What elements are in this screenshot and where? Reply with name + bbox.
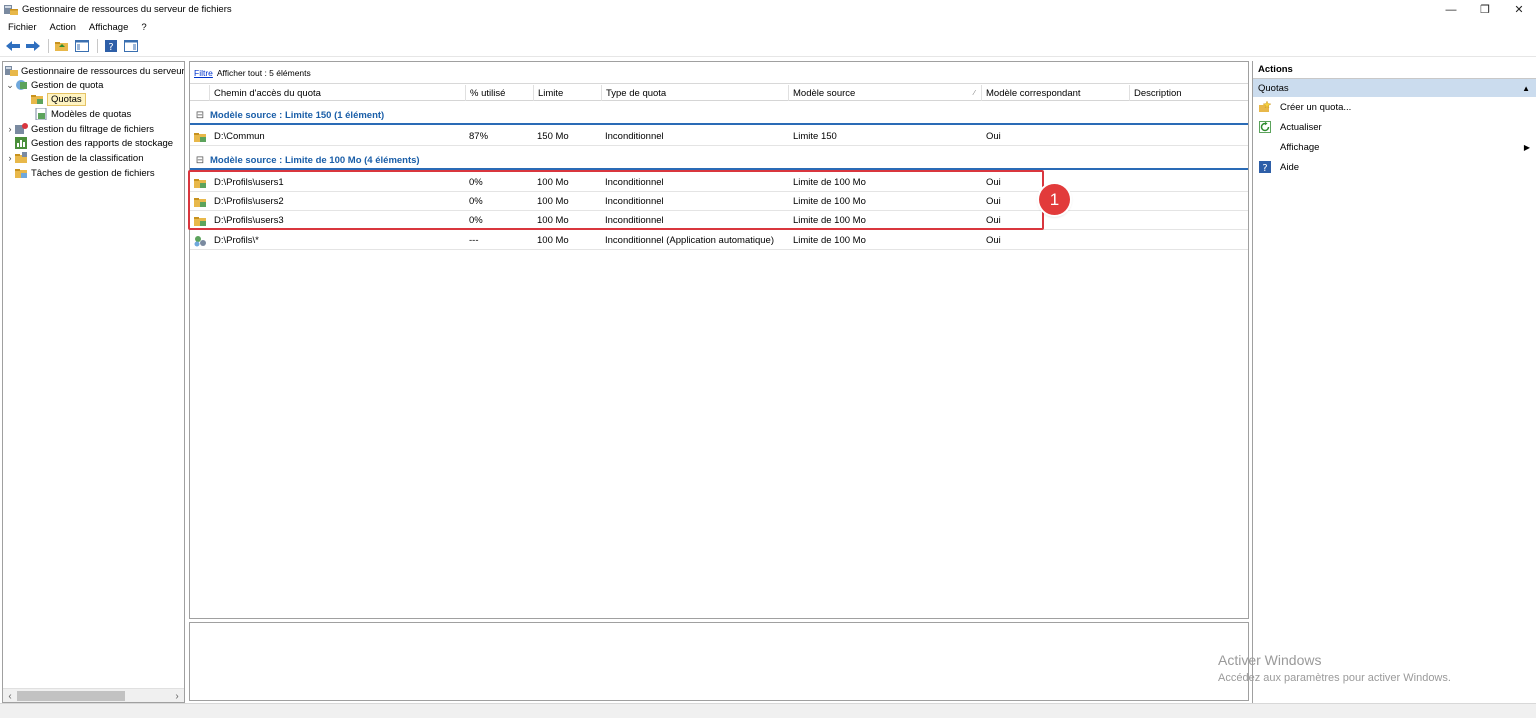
filter-link[interactable]: Filtre	[194, 68, 213, 78]
menu-affichage[interactable]: Affichage	[89, 22, 128, 33]
column-header-used[interactable]: % utilisé	[466, 85, 534, 101]
tree-item-quotas[interactable]: Quotas	[31, 92, 86, 106]
cell-match: Oui	[986, 131, 1001, 142]
column-header-description[interactable]: Description	[1130, 85, 1248, 101]
cell-type: Inconditionnel	[605, 131, 664, 142]
cell-path: D:\Profils\*	[214, 235, 259, 246]
scroll-left-icon[interactable]: ‹	[3, 689, 17, 702]
tree-item-modeles-de-quotas[interactable]: Modèles de quotas	[35, 107, 131, 121]
back-arrow-icon[interactable]	[4, 38, 22, 54]
group-header-limite-100[interactable]: ⊟ Modèle source : Limite de 100 Mo (4 él…	[190, 152, 1248, 170]
restore-button[interactable]: ❐	[1468, 0, 1502, 19]
filter-bar: Filtre Afficher tout : 5 éléments	[190, 62, 1248, 84]
help-icon[interactable]: ?	[102, 38, 120, 54]
cell-path: D:\Commun	[214, 131, 265, 142]
submenu-arrow-icon: ▶	[1523, 142, 1530, 152]
cell-match: Oui	[986, 235, 1001, 246]
minimize-button[interactable]: —	[1434, 0, 1468, 19]
status-bar	[0, 703, 1536, 718]
collapse-chevron-icon[interactable]: ⌄	[5, 80, 15, 91]
expand-chevron-icon[interactable]: ›	[5, 124, 15, 134]
actions-title: Actions	[1253, 61, 1536, 79]
cell-template: Limite de 100 Mo	[793, 235, 866, 246]
actions-pane: Actions Quotas ▲ Créer un quota... Actua…	[1252, 61, 1536, 703]
storage-report-icon	[15, 137, 28, 149]
column-header-template[interactable]: Modèle source ⁄	[789, 85, 982, 101]
create-quota-icon	[1259, 100, 1272, 113]
table-row[interactable]: D:\Commun 87% 150 Mo Inconditionnel Limi…	[190, 127, 1248, 146]
show-hide-tree-icon[interactable]	[73, 38, 91, 54]
tree-horizontal-scrollbar[interactable]: ‹ ›	[3, 688, 184, 702]
activation-watermark-text: Accédez aux paramètres pour activer Wind…	[1218, 672, 1451, 684]
cell-template: Limite 150	[793, 131, 837, 142]
filter-summary: Afficher tout : 5 éléments	[216, 67, 311, 78]
forward-arrow-icon[interactable]	[24, 38, 42, 54]
help-icon: ?	[1259, 161, 1271, 174]
column-header-row: Chemin d'accès du quota % utilisé Limite…	[190, 85, 1248, 101]
action-help[interactable]: ? Aide	[1253, 157, 1536, 177]
svg-text:?: ?	[108, 42, 113, 52]
quota-template-icon	[35, 107, 48, 121]
collapse-caret-icon[interactable]: ▲	[1522, 84, 1530, 93]
refresh-icon	[1259, 121, 1271, 133]
tree-item-taches[interactable]: Tâches de gestion de fichiers	[15, 166, 155, 180]
quota-list-pane: Filtre Afficher tout : 5 éléments Chemin…	[189, 61, 1249, 619]
action-create-quota[interactable]: Créer un quota...	[1253, 97, 1536, 117]
column-spacer	[190, 85, 210, 101]
action-refresh[interactable]: Actualiser	[1253, 117, 1536, 137]
tree-item-classification[interactable]: › Gestion de la classification	[5, 151, 143, 165]
menu-action[interactable]: Action	[50, 22, 76, 33]
action-affichage[interactable]: Affichage ▶	[1253, 137, 1536, 157]
annotation-highlight-box	[188, 170, 1044, 230]
menu-bar: Fichier Action Affichage ?	[0, 19, 1536, 36]
close-button[interactable]: ✕	[1502, 0, 1536, 19]
tree-item-rapports[interactable]: Gestion des rapports de stockage	[15, 136, 173, 150]
tree-item-gestion-de-quota[interactable]: ⌄ Gestion de quota	[5, 78, 103, 92]
detail-pane	[189, 622, 1249, 701]
cell-used: ---	[469, 235, 479, 246]
menu-fichier[interactable]: Fichier	[8, 22, 37, 33]
column-header-path[interactable]: Chemin d'accès du quota	[210, 85, 466, 101]
column-header-type[interactable]: Type de quota	[602, 85, 789, 101]
group-header-limite-150[interactable]: ⊟ Modèle source : Limite 150 (1 élément)	[190, 107, 1248, 125]
title-bar: Gestionnaire de ressources du serveur de…	[0, 0, 1536, 19]
cell-used: 87%	[469, 131, 489, 142]
activation-watermark-title: Activer Windows	[1218, 652, 1322, 668]
tree-item-fsrm-root[interactable]: Gestionnaire de ressources du serveur	[5, 64, 184, 78]
file-screen-icon	[15, 123, 28, 135]
tree-item-filtrage[interactable]: › Gestion du filtrage de fichiers	[5, 122, 154, 136]
scroll-right-icon[interactable]: ›	[170, 689, 184, 702]
cell-type: Inconditionnel (Application automatique)	[605, 235, 774, 246]
column-header-match[interactable]: Modèle correspondant	[982, 85, 1130, 101]
menu-help[interactable]: ?	[141, 22, 146, 33]
classification-icon	[15, 152, 28, 164]
table-row[interactable]: D:\Profils\* --- 100 Mo Inconditionnel (…	[190, 231, 1248, 250]
server-icon	[5, 65, 18, 77]
quota-folder-icon	[31, 93, 44, 105]
auto-apply-quota-icon	[194, 235, 207, 247]
quota-folder-icon	[194, 131, 207, 143]
actions-group-quotas[interactable]: Quotas ▲	[1253, 79, 1536, 97]
cell-limit: 150 Mo	[537, 131, 569, 142]
group-collapse-icon[interactable]: ⊟	[190, 110, 210, 121]
quota-management-icon	[15, 79, 28, 91]
scrollbar-thumb[interactable]	[17, 691, 125, 701]
group-collapse-icon[interactable]: ⊟	[190, 155, 210, 166]
column-header-limit[interactable]: Limite	[534, 85, 602, 101]
toolbar: ?	[0, 36, 1536, 57]
sort-indicator-icon: ⁄	[973, 89, 975, 97]
show-hide-action-pane-icon[interactable]	[122, 38, 140, 54]
window-title: Gestionnaire de ressources du serveur de…	[22, 4, 232, 15]
expand-chevron-icon[interactable]: ›	[5, 153, 15, 163]
fsrm-app-icon	[4, 4, 18, 16]
up-folder-icon[interactable]	[53, 38, 71, 54]
console-tree[interactable]: Gestionnaire de ressources du serveur ⌄ …	[2, 61, 185, 703]
cell-limit: 100 Mo	[537, 235, 569, 246]
annotation-badge: 1	[1039, 184, 1070, 215]
file-task-icon	[15, 167, 28, 179]
svg-text:?: ?	[1262, 163, 1267, 173]
